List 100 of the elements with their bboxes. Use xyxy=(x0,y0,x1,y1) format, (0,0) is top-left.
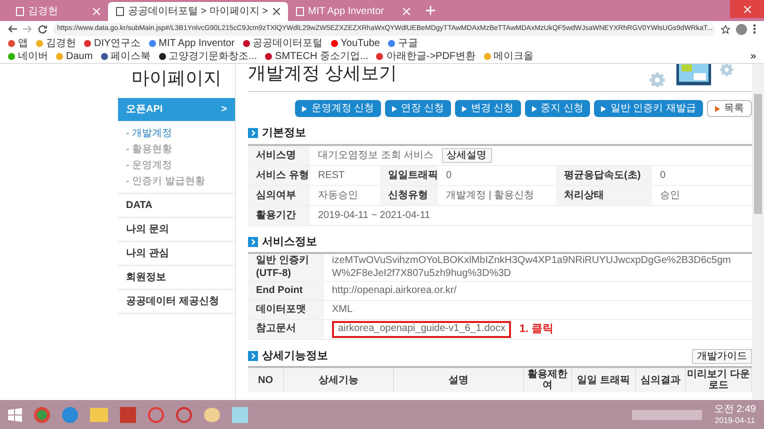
field-label: 처리상태 xyxy=(556,186,652,206)
bookmark-link[interactable]: 공공데이터포털 xyxy=(252,38,323,50)
tab-title: MIT App Inventor xyxy=(308,5,385,19)
chevron-icon xyxy=(248,236,258,247)
avatar-icon[interactable] xyxy=(736,24,747,34)
sidebar-subitem[interactable]: - 활용현황 xyxy=(118,141,235,157)
section-heading: 서비스정보 xyxy=(262,234,317,250)
bookmark-link[interactable]: 네이버 xyxy=(18,50,48,62)
annotation-text: 1. 클릭 xyxy=(519,322,554,337)
column-header: 활용제한 여 xyxy=(524,368,572,392)
triangle-icon xyxy=(302,106,308,112)
field-label: 평균응답속도(초) xyxy=(556,166,652,186)
action-button[interactable]: 변경 신청 xyxy=(454,100,521,117)
bookmark-link[interactable]: 아래한글->PDF변환 xyxy=(386,50,476,62)
field-label: 일반 인증키 (UTF-8) xyxy=(248,254,324,281)
triangle-icon xyxy=(392,106,398,112)
bookmark-link[interactable]: 앱 xyxy=(18,38,28,50)
bookmark-icon xyxy=(84,40,91,47)
app-icon[interactable] xyxy=(120,406,136,422)
main-title: 개발계정 상세보기 xyxy=(248,64,398,85)
field-value: 개발계정 | 활용신청 xyxy=(446,188,534,202)
action-button[interactable]: 중지 신청 xyxy=(524,100,590,117)
field-value[interactable]: XML xyxy=(332,304,353,316)
page-icon xyxy=(16,7,24,16)
browser-tab[interactable]: 공공데이터포털 > 마이페이지 > xyxy=(108,2,288,21)
bookmark-icon xyxy=(330,40,338,47)
field-value: 대기오염정보 조회 서비스 xyxy=(318,148,434,162)
field-label: 참고문서 xyxy=(248,320,324,338)
column-header: 일일 트래픽 xyxy=(572,368,636,392)
bookmark-link[interactable]: Daum xyxy=(66,50,93,62)
clock-date: 2019-04-11 xyxy=(714,416,756,426)
field-label: 서비스 유형 xyxy=(248,166,310,186)
field-label: 심의여부 xyxy=(248,186,310,206)
bookmark-link[interactable]: MIT App Inventor xyxy=(158,38,235,50)
sidebar-subitem[interactable]: - 인증키 발급현황 xyxy=(118,173,235,189)
back-icon[interactable] xyxy=(8,25,17,33)
field-value[interactable]: izeMTwOVuSvihzmOYoLBOKxlMbIZnkH3Qw4XP1a9NRiRUYUJwcxpDgGe%2B3D6c5gmW%2F8eJeI2f7X807u5zh9hug%3D%3D xyxy=(332,255,744,280)
column-header: NO xyxy=(248,368,284,392)
bookmark-icon xyxy=(265,53,272,60)
triangle-icon xyxy=(601,106,606,112)
tab-title: 김경헌 xyxy=(28,5,59,19)
page-title: 마이페이지 xyxy=(130,66,222,90)
column-header: 심의결과 xyxy=(636,368,686,392)
triangle-icon xyxy=(715,106,720,112)
action-button[interactable]: 연장 신청 xyxy=(385,100,451,117)
menu-icon[interactable] xyxy=(753,24,756,34)
field-value: REST xyxy=(318,168,345,182)
field-value: 자동승인 xyxy=(318,188,358,202)
bookmark-icon xyxy=(56,53,63,60)
bookmark-link[interactable]: 고양경기문화창조... xyxy=(168,50,258,62)
clock-time: 오전 2:49 xyxy=(714,404,756,416)
bookmark-icon xyxy=(100,53,108,60)
tab-title: 공공데이터포털 > 마이페이지 > xyxy=(128,5,269,19)
bookmark-link[interactable]: 페이스북 xyxy=(110,50,151,62)
bookmark-link[interactable]: DIY연구소 xyxy=(94,38,141,50)
bookmark-link[interactable]: 김경헌 xyxy=(46,38,76,50)
bookmark-link[interactable]: YouTube xyxy=(340,38,380,50)
bookmark-link[interactable]: 구글 xyxy=(398,38,418,50)
action-button[interactable]: 운영계정 신청 xyxy=(295,100,382,117)
triangle-icon xyxy=(462,106,467,112)
action-button[interactable]: 일반 인증키 재발급 xyxy=(594,100,703,117)
field-label: 서비스명 xyxy=(248,146,310,166)
windows-start-icon[interactable] xyxy=(8,408,22,422)
page-icon xyxy=(116,7,124,16)
star-icon[interactable] xyxy=(721,24,730,34)
bookmark-link[interactable]: 메이크올 xyxy=(494,50,534,62)
window-close-button[interactable] xyxy=(730,0,764,18)
field-label: 신청유형 xyxy=(380,186,438,206)
field-value[interactable]: airkorea_openapi_guide-v1_6_1.docx xyxy=(332,321,512,338)
field-label: End Point xyxy=(248,282,324,300)
field-value[interactable]: http://openapi.airkorea.or.kr/ xyxy=(332,284,457,298)
new-tab-icon[interactable] xyxy=(426,6,435,15)
guide-button[interactable]: 개발가이드 xyxy=(692,349,752,364)
field-value: 0 xyxy=(446,168,452,182)
bookmark-link[interactable]: SMTECH 중소기업... xyxy=(275,50,368,62)
sidebar-subitem[interactable]: - 개발계정 xyxy=(118,125,235,141)
close-icon[interactable] xyxy=(273,8,280,15)
browser-app-icon[interactable] xyxy=(34,406,50,422)
notepad-app-icon[interactable] xyxy=(232,406,248,422)
chevron-icon xyxy=(248,350,258,361)
bookmark-icon xyxy=(36,40,43,47)
bookmark-icon xyxy=(484,53,491,60)
bookmark-icon xyxy=(242,40,250,47)
field-label: 데이터포맷 xyxy=(248,301,324,319)
section-heading: 상세기능정보 xyxy=(262,348,328,364)
field-label: 활용기간 xyxy=(248,206,310,226)
field-value: 2019-04-11 ~ 2021-04-11 xyxy=(318,208,430,222)
reload-icon[interactable] xyxy=(38,24,47,34)
action-button[interactable]: 목록 xyxy=(707,100,752,117)
forward-icon[interactable] xyxy=(23,25,32,33)
triangle-icon xyxy=(532,106,537,112)
sidebar-subitem[interactable]: - 운영계정 xyxy=(118,157,235,173)
more-bookmarks[interactable]: » xyxy=(750,50,756,62)
detail-button[interactable]: 상세설명 xyxy=(442,148,492,162)
folder-app-icon[interactable] xyxy=(90,408,108,422)
field-value: 0 xyxy=(660,168,666,182)
field-label: 일일트래픽 xyxy=(380,166,438,186)
chevron-icon xyxy=(248,128,258,138)
column-header: 설명 xyxy=(394,368,524,392)
section-heading: 기본정보 xyxy=(262,126,306,141)
